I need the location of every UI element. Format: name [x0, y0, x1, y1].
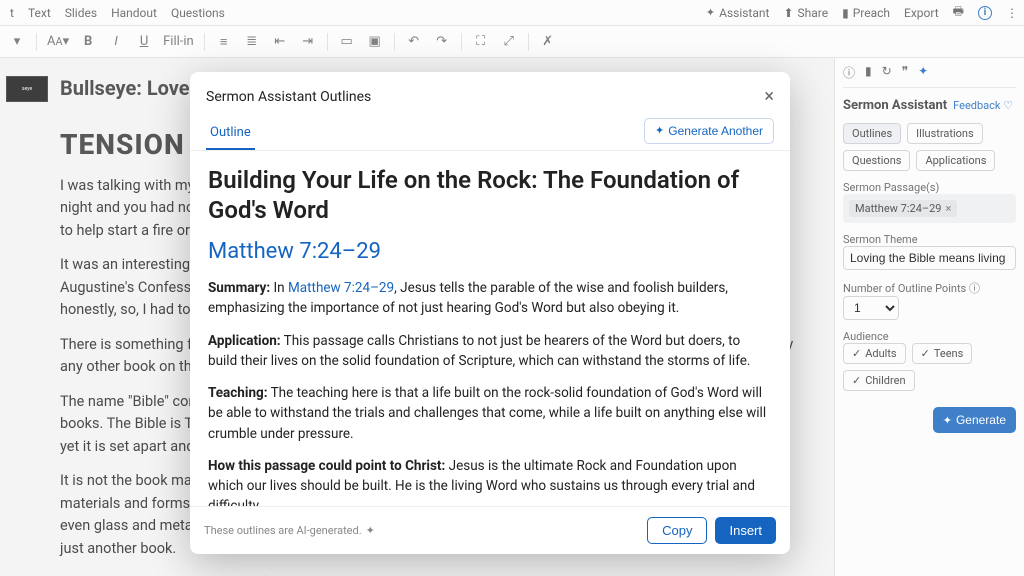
passage-link[interactable]: Matthew 7:24–29 — [288, 280, 394, 296]
ai-note: These outlines are AI-generated. ✦ — [204, 524, 375, 537]
outline-application: Application: This passage calls Christia… — [208, 331, 772, 372]
outline-modal: Sermon Assistant Outlines × Outline ✦Gen… — [190, 72, 790, 554]
insert-button[interactable]: Insert — [715, 517, 776, 544]
modal-body[interactable]: Building Your Life on the Rock: The Foun… — [190, 151, 790, 506]
outline-teaching: Teaching: The teaching here is that a li… — [208, 383, 772, 444]
outline-passage[interactable]: Matthew 7:24–29 — [208, 239, 772, 264]
sparkle-icon: ✦ — [655, 124, 664, 137]
copy-button[interactable]: Copy — [647, 517, 707, 544]
sparkle-icon: ✦ — [366, 524, 375, 537]
close-icon[interactable]: × — [764, 86, 774, 107]
tab-outline[interactable]: Outline — [206, 117, 255, 150]
outline-christ: How this passage could point to Christ: … — [208, 456, 772, 506]
modal-title: Sermon Assistant Outlines — [206, 89, 371, 105]
outline-title: Building Your Life on the Rock: The Foun… — [208, 165, 772, 225]
generate-another-button[interactable]: ✦Generate Another — [644, 118, 774, 144]
outline-summary: Summary: In Matthew 7:24–29, Jesus tells… — [208, 278, 772, 319]
